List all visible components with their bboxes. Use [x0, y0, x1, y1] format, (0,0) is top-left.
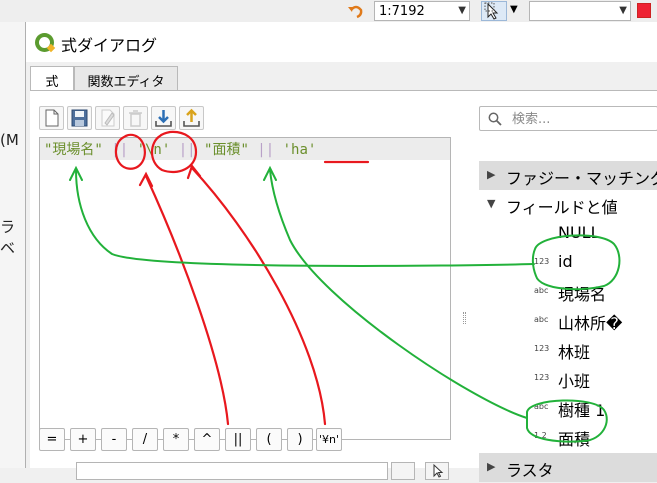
export-button[interactable] [179, 106, 204, 130]
dialog-titlebar: 式ダイアログ [26, 22, 657, 62]
operator-equals-button[interactable]: = [39, 428, 65, 451]
field-ref-menseki: "面積" [204, 142, 249, 158]
tree-item-sanrin-sho[interactable]: abc 山林所� [479, 306, 657, 335]
operator-minus-button[interactable]: - [101, 428, 127, 451]
chevron-right-icon: ▶ [487, 168, 496, 181]
field-type-badge: abc [534, 402, 549, 411]
chevron-down-icon: ▼ [458, 5, 466, 16]
toolbar-combobox[interactable]: ▼ [529, 1, 631, 21]
tree-group-label: ファジー・マッチング [506, 169, 657, 188]
background-toolbar: 1:7192 ▼ ▼ ▼ [0, 0, 657, 22]
new-file-button[interactable] [39, 106, 64, 130]
function-tree[interactable]: ▶ ファジー・マッチング ▼ フィールドと値 NULL 123 id abc 現… [479, 137, 657, 482]
operator-multiply-button[interactable]: * [163, 428, 189, 451]
tree-item-null[interactable]: NULL [479, 219, 657, 248]
field-type-badge: 123 [534, 344, 550, 353]
select-tool-icon[interactable] [481, 1, 507, 21]
tree-item-label: 樹種 1 [558, 401, 606, 420]
tree-item-label: 現場名 [558, 285, 607, 304]
output-preview-field [76, 462, 388, 480]
tree-item-label: 小班 [558, 372, 591, 391]
tree-group-fields-and-values[interactable]: ▼ フィールドと値 [479, 190, 657, 219]
chevron-down-icon: ▼ [487, 197, 496, 210]
operator-power-button[interactable]: ^ [194, 428, 220, 451]
expression-dialog: 式ダイアログ 式 関数エディタ "現場名" || '\n' || "面積" ||… [25, 22, 657, 482]
scale-value: 1:7192 [379, 4, 425, 19]
new-file-icon [45, 109, 59, 127]
cursor-icon [433, 463, 444, 478]
import-icon [155, 110, 172, 127]
cursor-button[interactable] [425, 462, 449, 480]
tree-item-menseki[interactable]: 1.2 面積 [479, 422, 657, 451]
search-input[interactable] [510, 110, 650, 128]
concat-operator: || [248, 142, 283, 158]
chevron-right-icon: ▶ [487, 460, 496, 473]
tree-item-label: 山林所� [558, 314, 623, 333]
chevron-down-icon[interactable]: ▼ [510, 4, 518, 15]
clear-button[interactable] [391, 462, 415, 480]
tree-group-label: ラスタ [506, 461, 554, 480]
save-icon [71, 109, 88, 127]
tree-item-id[interactable]: 123 id [479, 248, 657, 277]
edit-button[interactable] [95, 106, 120, 130]
expression-editor[interactable]: "現場名" || '\n' || "面積" || 'ha' [39, 137, 451, 440]
tab-function-editor[interactable]: 関数エディタ [74, 66, 178, 91]
operator-concat-button[interactable]: || [225, 428, 251, 451]
tree-item-shohan[interactable]: 123 小班 [479, 364, 657, 393]
delete-icon [129, 110, 142, 127]
tree-item-label: NULL [558, 223, 600, 242]
qgis-logo-icon [35, 33, 56, 53]
search-icon [488, 112, 502, 126]
field-ref-genba: "現場名" [44, 142, 103, 158]
tree-item-label: 面積 [558, 430, 591, 449]
newline-literal: '\n' [136, 142, 171, 158]
delete-button[interactable] [123, 106, 148, 130]
color-swatch-icon[interactable] [637, 3, 651, 18]
tree-group-fuzzy-matching[interactable]: ▶ ファジー・マッチング [479, 161, 657, 190]
function-search-box[interactable] [479, 106, 657, 131]
tab-label: 式 [45, 75, 59, 90]
scale-combobox[interactable]: 1:7192 ▼ [374, 1, 470, 21]
concat-operator: || [102, 142, 137, 158]
field-type-badge: 1.2 [534, 431, 547, 440]
operator-open-paren-button[interactable]: ( [256, 428, 282, 451]
splitter-handle[interactable] [463, 312, 466, 324]
tree-item-genba-mei[interactable]: abc 現場名 [479, 277, 657, 306]
tree-item-label: id [558, 252, 573, 271]
operator-plus-button[interactable]: + [70, 428, 96, 451]
import-button[interactable] [151, 106, 176, 130]
operator-newline-button[interactable]: '¥n' [316, 428, 342, 451]
main-window-edge: (M ラベ [0, 22, 25, 468]
tree-item-label: 林班 [558, 343, 591, 362]
tab-expression[interactable]: 式 [30, 66, 74, 92]
unit-literal-ha: 'ha' [282, 142, 317, 158]
tree-item-jushu-1[interactable]: abc 樹種 1 [479, 393, 657, 422]
field-type-badge: abc [534, 315, 549, 324]
chevron-down-icon: ▼ [619, 5, 627, 16]
save-button[interactable] [67, 106, 92, 130]
edge-text-fragment: ラベ [0, 218, 16, 257]
tab-label: 関数エディタ [87, 75, 165, 90]
export-icon [183, 108, 200, 127]
field-type-badge: abc [534, 286, 549, 295]
expression-text[interactable]: "現場名" || '\n' || "面積" || 'ha' [44, 141, 316, 159]
concat-operator: || [170, 142, 205, 158]
operator-divide-button[interactable]: / [132, 428, 158, 451]
tree-item-rinpan[interactable]: 123 林班 [479, 335, 657, 364]
field-type-badge: 123 [534, 373, 550, 382]
undo-icon[interactable] [347, 2, 365, 20]
operator-close-paren-button[interactable]: ) [287, 428, 313, 451]
edge-text-fragment: (M [0, 131, 19, 149]
tree-group-label: フィールドと値 [506, 198, 618, 217]
field-type-badge: 123 [534, 257, 550, 266]
edit-icon [101, 109, 115, 127]
dialog-title: 式ダイアログ [61, 36, 158, 55]
